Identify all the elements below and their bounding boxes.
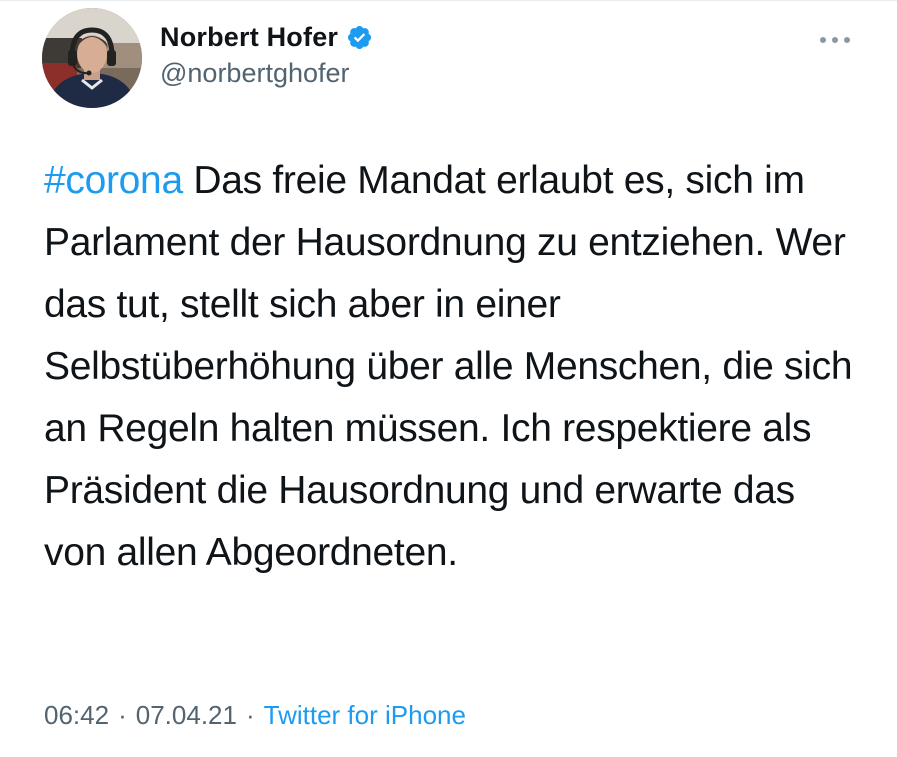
tweet-time[interactable]: 06:42	[44, 700, 109, 731]
tweet-date[interactable]: 07.04.21	[136, 700, 237, 731]
tweet-metadata: 06:42 · 07.04.21 · Twitter for iPhone	[44, 700, 466, 731]
avatar[interactable]	[42, 8, 142, 108]
meta-separator: ·	[245, 700, 255, 730]
author-handle[interactable]: @norbertghofer	[160, 58, 350, 89]
author-display-name[interactable]: Norbert Hofer	[160, 22, 338, 53]
author-name-row[interactable]: Norbert Hofer	[160, 22, 373, 53]
tweet-body: Das freie Mandat erlaubt es, sich im Par…	[44, 159, 853, 574]
tweet-text: #corona Das freie Mandat erlaubt es, sic…	[44, 150, 864, 584]
verified-badge-icon	[346, 24, 373, 51]
tweet-source-link[interactable]: Twitter for iPhone	[264, 700, 466, 731]
meta-separator: ·	[118, 700, 127, 730]
more-options-icon[interactable]	[815, 32, 855, 48]
hashtag-link[interactable]: #corona	[44, 159, 183, 202]
top-divider	[0, 0, 897, 1]
